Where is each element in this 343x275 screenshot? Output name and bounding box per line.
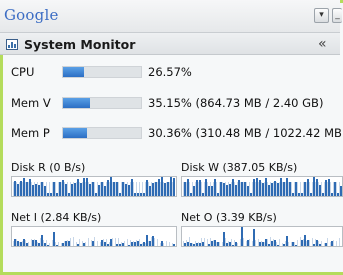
cpu-bar-fill (63, 67, 84, 77)
graph-background-tick (279, 238, 280, 246)
net-in-label: Net I (2.84 KB/s) (11, 211, 102, 224)
graph-background-tick (58, 242, 59, 246)
graph-background-tick (321, 241, 322, 246)
graph-background-tick (249, 238, 250, 246)
system-monitor-icon (6, 39, 18, 50)
disk-read-graph (11, 176, 177, 197)
graph-background-tick (297, 239, 298, 246)
logo-text: Google (4, 6, 59, 24)
graph-background-tick (333, 239, 334, 246)
disk-write-label: Disk W (387.05 KB/s) (181, 161, 298, 174)
cpu-label: CPU (11, 65, 35, 79)
graph-background-tick (85, 242, 86, 246)
minimize-button[interactable]: _ (332, 8, 342, 23)
graph-background-tick (219, 241, 220, 246)
graph-background-tick (97, 241, 98, 246)
graph-background-tick (169, 242, 170, 246)
gadget-toolbar: Google ▾ _ (0, 0, 342, 33)
graph-background-tick (88, 238, 89, 246)
mem-virtual-value: 35.15% (864.73 MB / 2.40 GB) (148, 96, 324, 110)
graph-background-tick (288, 241, 289, 246)
disk-read-label: Disk R (0 B/s) (11, 161, 86, 174)
cpu-value: 26.57% (148, 65, 192, 79)
graph-background-tick (163, 242, 164, 246)
net-in-graph (11, 226, 177, 247)
gadget-header: System Monitor « (0, 33, 340, 55)
cpu-bar (62, 66, 142, 78)
net-out-label: Net O (3.39 KB/s) (181, 211, 277, 224)
graph-background-tick (255, 239, 256, 246)
graph-background-tick (204, 237, 205, 246)
graph-background-tick (124, 240, 125, 246)
net-out-graph (181, 226, 343, 247)
google-logo: Google (4, 6, 59, 24)
graph-background-tick (327, 238, 328, 246)
graph-background-tick (49, 242, 50, 246)
minimize-icon: _ (335, 10, 340, 20)
mem-virtual-bar-fill (63, 98, 91, 108)
dropdown-icon: ▾ (319, 10, 324, 20)
graph-background-tick (336, 241, 337, 246)
graph-background-tick (28, 241, 29, 246)
graph-background-tick (157, 238, 158, 246)
graph-background-tick (94, 237, 95, 246)
graph-background-tick (79, 238, 80, 246)
graph-background-tick (154, 237, 155, 246)
mem-physical-bar-fill (63, 128, 87, 138)
graph-background-tick (70, 237, 71, 246)
graph-background-tick (73, 237, 74, 246)
graph-background-tick (243, 238, 244, 246)
mem-virtual-bar (62, 97, 142, 109)
mem-physical-label: Mem P (11, 126, 50, 140)
disk-write-graph (181, 176, 343, 197)
graph-background-tick (112, 238, 113, 246)
graph-background-tick (166, 241, 167, 246)
gadget-title: System Monitor (24, 37, 136, 52)
graph-activity-tick (340, 185, 342, 196)
graph-background-tick (237, 242, 238, 246)
graph-background-tick (339, 238, 340, 246)
mem-virtual-label: Mem V (11, 96, 51, 110)
graph-background-tick (309, 239, 310, 246)
mem-physical-value: 30.36% (310.48 MB / 1022.42 MB (148, 126, 342, 140)
collapse-icon[interactable]: « (318, 36, 327, 52)
graph-activity-tick (173, 178, 175, 196)
dropdown-button[interactable]: ▾ (314, 8, 329, 23)
mem-physical-bar (62, 127, 142, 139)
graph-activity-tick (173, 244, 175, 246)
